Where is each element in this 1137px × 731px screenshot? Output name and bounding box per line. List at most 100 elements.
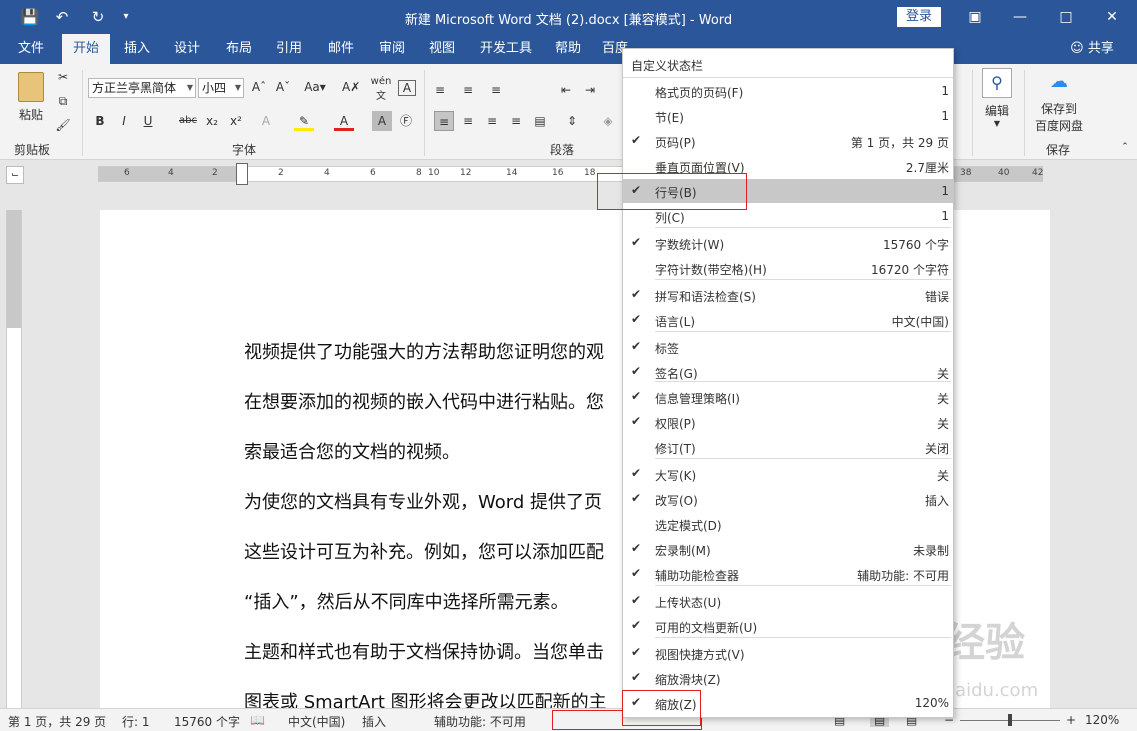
bold-button[interactable]: B [90, 111, 110, 131]
multilevel-list-icon[interactable]: ≡ [486, 80, 506, 100]
menu-item[interactable]: ✔ 宏录制(M) 未录制 [623, 537, 953, 561]
menu-item[interactable]: ✔ 权限(P) 关 [623, 410, 953, 434]
menu-item[interactable]: ✔ 缩放滑块(Z) [623, 666, 953, 690]
numbering-icon[interactable]: ≡ [458, 80, 478, 100]
menu-item[interactable]: ✔ 可用的文档更新(U) [623, 614, 953, 638]
menu-item[interactable]: ✔ 语言(L) 中文(中国) [623, 308, 953, 332]
align-center-button[interactable]: ≡ [458, 111, 478, 131]
close-button[interactable]: ✕ [1092, 4, 1132, 30]
baidu-pan-label: 百度网盘 [1034, 119, 1083, 133]
collapse-ribbon-icon[interactable]: ⌃ [1118, 142, 1132, 152]
clear-format-icon[interactable]: A✗ [342, 80, 360, 94]
menu-item[interactable]: 修订(T) 关闭 [623, 435, 953, 459]
status-page[interactable]: 第 1 页，共 29 页 [8, 713, 106, 730]
menu-item[interactable]: ✔ 改写(O) 插入 [623, 487, 953, 511]
menu-item-value: 1 [941, 184, 949, 198]
editing-button[interactable]: ⚲ 编辑 ▼ [980, 68, 1014, 128]
increase-indent-icon[interactable]: ⇥ [580, 80, 600, 100]
tab-home[interactable]: 开始 [62, 34, 110, 64]
maximize-button[interactable]: □ [1046, 4, 1086, 30]
tab-help[interactable]: 帮助 [547, 34, 589, 64]
doc-line[interactable]: 这些设计可互为补充。例如，您可以添加匹配 [244, 538, 604, 564]
superscript-button[interactable]: x² [226, 111, 246, 131]
status-zoom[interactable]: 120% [1085, 713, 1119, 727]
save-to-baidu-button[interactable]: ☁ 保存到 百度网盘 [1030, 72, 1088, 134]
doc-line[interactable]: 索最适合您的文档的视频。 [244, 438, 460, 464]
menu-item[interactable]: 字符计数(带空格)(H) 16720 个字符 [623, 256, 953, 280]
tab-review[interactable]: 审阅 [371, 34, 413, 64]
align-right-button[interactable]: ≡ [482, 111, 502, 131]
zoom-in-button[interactable]: + [1066, 713, 1076, 727]
indent-marker[interactable] [236, 163, 248, 185]
align-left-button[interactable]: ≡ [434, 111, 454, 131]
tab-references[interactable]: 引用 [268, 34, 310, 64]
char-border-icon[interactable]: A [398, 80, 416, 96]
menu-item[interactable]: ✔ 签名(G) 关 [623, 360, 953, 384]
menu-item[interactable]: 格式页的页码(F) 1 [623, 79, 953, 103]
doc-line[interactable]: 视频提供了功能强大的方法帮助您证明您的观 [244, 338, 604, 364]
status-row[interactable]: 行: 1 [122, 713, 150, 730]
doc-line[interactable]: “插入”，然后从不同库中选择所需元素。 [244, 588, 569, 614]
ribbon-options-icon[interactable]: ▣ [955, 4, 995, 30]
menu-item[interactable]: ✔ 字数统计(W) 15760 个字 [623, 231, 953, 255]
proofing-icon[interactable]: 📖 [250, 713, 265, 727]
doc-line[interactable]: 主题和样式也有助于文档保持协调。当您单击 [244, 638, 604, 664]
menu-item[interactable]: 节(E) 1 [623, 104, 953, 128]
menu-item[interactable]: ✔ 信息管理策略(I) 关 [623, 385, 953, 409]
menu-item[interactable]: ✔ 辅助功能检查器 辅助功能: 不可用 [623, 562, 953, 586]
distributed-button[interactable]: ▤ [530, 111, 550, 131]
cut-icon[interactable]: ✂ [54, 70, 72, 84]
tab-insert[interactable]: 插入 [116, 34, 158, 64]
checkmark-icon: ✔ [631, 364, 642, 378]
enclose-char-icon[interactable]: Ⓕ [396, 111, 416, 131]
menu-item[interactable]: ✔ 拼写和语法检查(S) 错误 [623, 283, 953, 307]
tab-layout[interactable]: 布局 [218, 34, 260, 64]
login-button[interactable]: 登录 [897, 7, 941, 27]
status-insert[interactable]: 插入 [362, 713, 386, 730]
bullets-icon[interactable]: ≡ [430, 80, 450, 100]
char-shading-icon[interactable]: A [372, 111, 392, 131]
tab-stop-selector[interactable]: ⌙ [6, 166, 24, 184]
change-case-icon[interactable]: Aa▾ [302, 80, 328, 94]
status-accessibility[interactable]: 辅助功能: 不可用 [434, 713, 526, 730]
copy-icon[interactable]: ⧉ [54, 94, 72, 109]
tab-mailings[interactable]: 邮件 [320, 34, 362, 64]
justify-button[interactable]: ≡ [506, 111, 526, 131]
font-name-combo[interactable]: 方正兰亭黑简体 ▼ [88, 78, 196, 98]
format-painter-icon[interactable]: 🖌 [54, 118, 72, 132]
zoom-slider-thumb[interactable] [1008, 714, 1012, 726]
subscript-button[interactable]: x₂ [202, 111, 222, 131]
menu-item[interactable]: ✔ 标签 [623, 335, 953, 359]
tab-file[interactable]: 文件 [8, 34, 54, 64]
highlight-icon[interactable]: ✎ [294, 111, 314, 131]
status-words[interactable]: 15760 个字 [174, 713, 240, 730]
shrink-font-icon[interactable]: Aˇ [274, 80, 292, 94]
menu-item[interactable]: ✔ 大写(K) 关 [623, 462, 953, 486]
menu-item[interactable]: 选定模式(D) [623, 512, 953, 536]
shading-icon[interactable]: ◈ [598, 111, 618, 131]
strikethrough-button[interactable]: abc [176, 111, 200, 131]
tab-design[interactable]: 设计 [166, 34, 208, 64]
italic-button[interactable]: I [114, 111, 134, 131]
paste-button[interactable]: 粘贴 [14, 72, 48, 132]
doc-line[interactable]: 在想要添加的视频的嵌入代码中进行粘贴。您 [244, 388, 604, 414]
underline-button[interactable]: U [138, 111, 158, 131]
menu-item[interactable]: ✔ 页码(P) 第 1 页，共 29 页 [623, 129, 953, 153]
font-color-icon[interactable]: A [334, 111, 354, 131]
menu-item[interactable]: ✔ 视图快捷方式(V) [623, 641, 953, 665]
text-effects-icon[interactable]: A [256, 111, 276, 131]
menu-divider [623, 77, 953, 78]
vertical-ruler[interactable] [6, 210, 22, 710]
font-size-combo[interactable]: 小四 ▼ [198, 78, 244, 98]
doc-line[interactable]: 为使您的文档具有专业外观，Word 提供了页 [244, 488, 602, 514]
share-button[interactable]: ☺ 共享 [1068, 34, 1116, 64]
line-spacing-icon[interactable]: ⇕ [562, 111, 582, 131]
phonetic-guide-icon[interactable]: wén 文 [370, 76, 392, 102]
grow-font-icon[interactable]: Aˆ [250, 80, 268, 94]
minimize-button[interactable]: — [1000, 4, 1040, 30]
decrease-indent-icon[interactable]: ⇤ [556, 80, 576, 100]
status-language[interactable]: 中文(中国) [288, 713, 345, 730]
menu-item[interactable]: ✔ 上传状态(U) [623, 589, 953, 613]
tab-view[interactable]: 视图 [421, 34, 463, 64]
tab-developer[interactable]: 开发工具 [476, 34, 536, 64]
